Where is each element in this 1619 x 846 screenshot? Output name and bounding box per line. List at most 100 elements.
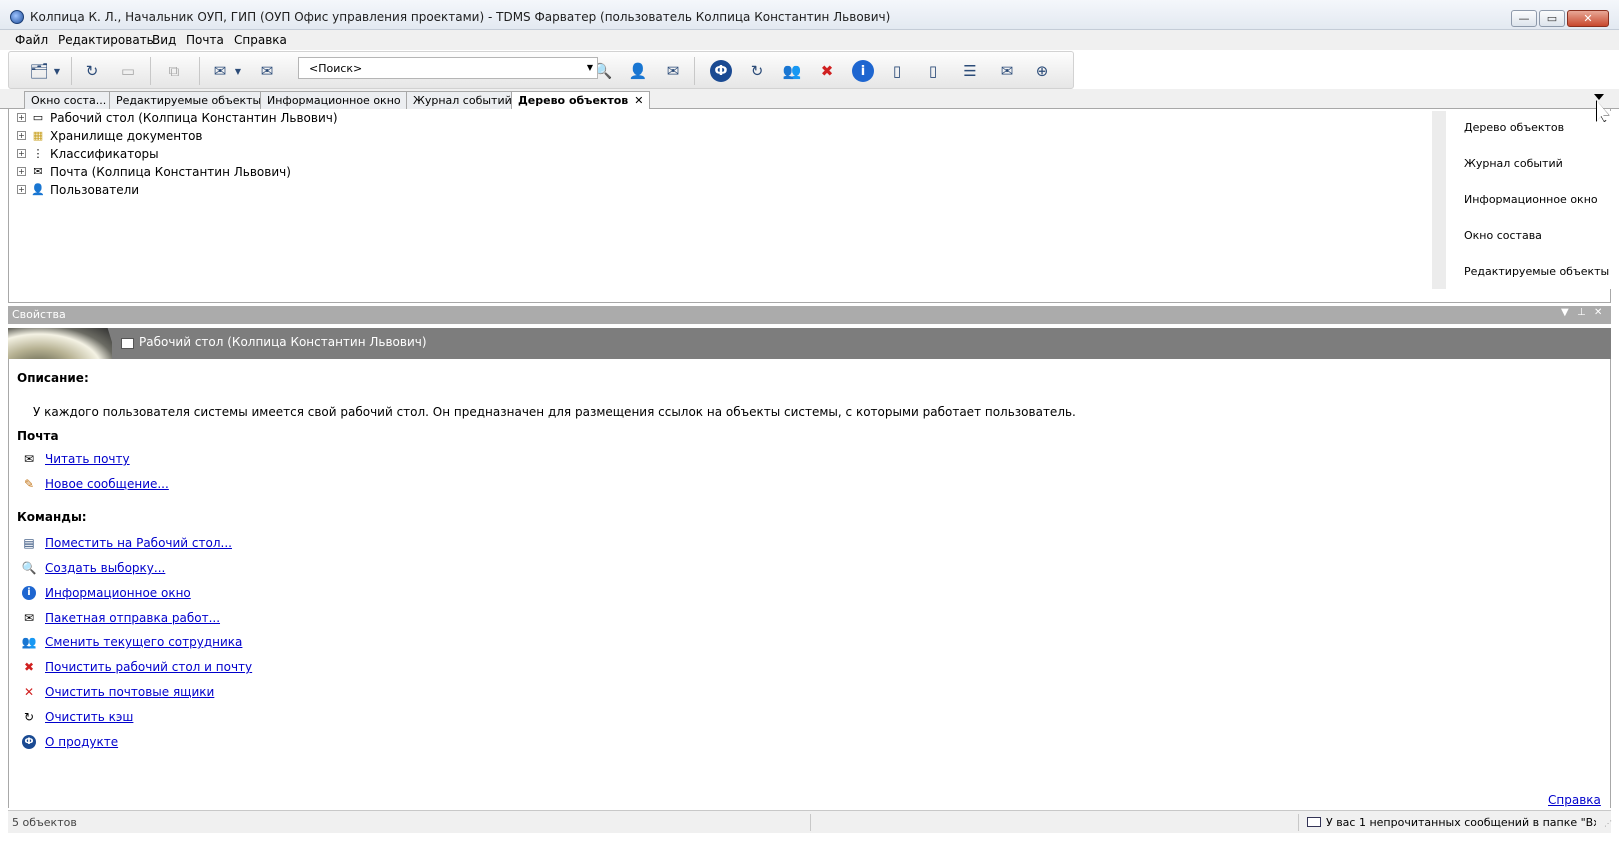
expand-icon[interactable]: + (17, 113, 26, 122)
menu-view[interactable]: Вид (152, 33, 176, 47)
put-on-desktop-icon: ▤ (23, 536, 35, 550)
batch-send-icon[interactable]: ✉ (995, 60, 1019, 82)
description-heading: Описание: (17, 371, 89, 385)
search-users-icon[interactable]: 👤 (626, 60, 650, 82)
resize-grip-icon[interactable]: ⋰ (1604, 819, 1614, 831)
tree-item-label: Классификаторы (50, 146, 159, 161)
refresh-icon[interactable]: ↻ (80, 60, 104, 82)
minimize-button[interactable]: — (1511, 10, 1537, 27)
change-user-link[interactable]: Сменить текущего сотрудника (45, 635, 242, 649)
title-bar: Колпица К. Л., Начальник ОУП, ГИП (ОУП О… (0, 0, 1619, 30)
info-window-link[interactable]: Информационное окно (45, 586, 191, 600)
web-icon[interactable]: ⊕ (1030, 60, 1054, 82)
send-icon[interactable]: ✉ (255, 60, 279, 82)
create-dropdown-icon[interactable]: ▼ (51, 60, 63, 82)
search-combobox[interactable]: <Поиск> ▼ (298, 57, 598, 79)
command-row[interactable]: ▤ Поместить на Рабочий стол... (21, 534, 232, 552)
command-row[interactable]: 👥 Сменить текущего сотрудника (21, 633, 243, 651)
tab-menu-item-edited-objects[interactable]: Редактируемые объекты (1464, 265, 1609, 278)
clear-cache-link[interactable]: Очистить кэш (45, 710, 133, 724)
tab-menu-item-object-tree[interactable]: Дерево объектов (1464, 121, 1564, 134)
command-row[interactable]: ✉ Пакетная отправка работ... (21, 609, 220, 627)
close-button[interactable]: ✕ (1567, 10, 1609, 27)
mail-heading: Почта (17, 429, 59, 443)
close-tab-icon[interactable]: ✕ (634, 94, 643, 107)
message-dropdown-icon[interactable]: ▼ (232, 60, 244, 82)
tab-edited-objects[interactable]: Редактируемые объекты (109, 91, 269, 109)
maximize-button[interactable]: ▭ (1539, 10, 1565, 27)
menu-edit[interactable]: Редактировать (58, 33, 154, 47)
about-link[interactable]: О продукте (45, 735, 118, 749)
search-dropdown-icon[interactable]: ▼ (583, 58, 597, 78)
tab-label: Дерево объектов (518, 94, 629, 107)
tab-object-tree[interactable]: Дерево объектов ✕ (511, 91, 651, 110)
tab-label: Окно соста... (31, 94, 107, 107)
tab-event-log[interactable]: Журнал событий (406, 91, 519, 109)
panel-menu-icon[interactable]: ▼ (1561, 307, 1569, 318)
command-row[interactable]: 🔍 Создать выборку... (21, 559, 166, 577)
tree-item-label: Хранилище документов (50, 128, 203, 143)
command-row[interactable]: ✕ Очистить почтовые ящики (21, 683, 214, 701)
batch-send-icon: ✉ (23, 611, 35, 625)
read-mail-icon: ✉ (23, 452, 35, 466)
tab-composition-window[interactable]: Окно соста... (24, 91, 114, 109)
clear-mailboxes-link[interactable]: Очистить почтовые ящики (45, 685, 214, 699)
new-message-link[interactable]: Новое сообщение... (45, 477, 169, 491)
expand-icon[interactable]: + (17, 167, 26, 176)
expand-icon[interactable]: + (17, 149, 26, 158)
pin-icon[interactable]: ⊥ (1577, 307, 1586, 318)
search-input[interactable]: <Поиск> (309, 62, 362, 75)
desktop-icon (121, 338, 134, 349)
mail-link-row[interactable]: ✎ Новое сообщение... (21, 475, 169, 493)
expand-icon[interactable]: + (17, 131, 26, 140)
tree-item-mail[interactable]: + ✉ Почта (Колпица Константин Львович) (17, 163, 291, 180)
command-row[interactable]: ✖ Почистить рабочий стол и почту (21, 658, 252, 676)
checkout-icon[interactable]: ▯ (885, 60, 909, 82)
menu-help[interactable]: Справка (234, 33, 287, 47)
tree-item-users[interactable]: + 👤 Пользователи (17, 181, 139, 198)
put-on-desktop-link[interactable]: Поместить на Рабочий стол... (45, 536, 232, 550)
tree-item-desktop[interactable]: + ▭ Рабочий стол (Колпица Константин Льв… (17, 109, 338, 126)
search-mail-icon[interactable]: ✉ (661, 60, 685, 82)
properties-panel-header: Свойства ▼ ⊥ ✕ (8, 306, 1611, 324)
unread-mail-icon[interactable] (1307, 817, 1321, 827)
toolbar-separator (71, 57, 72, 85)
clear-cache-icon[interactable]: ↻ (745, 60, 769, 82)
create-object-icon[interactable]: 🗂 (27, 60, 51, 82)
new-message-icon[interactable]: ✉ (208, 60, 232, 82)
expand-icon[interactable]: + (17, 185, 26, 194)
change-user-icon: 👥 (21, 635, 37, 649)
menu-bar: Файл Редактировать Вид Почта Справка (0, 30, 1619, 50)
comment-icon[interactable]: ☰ (958, 60, 982, 82)
command-row[interactable]: i Информационное окно (21, 584, 191, 602)
help-link[interactable]: Справка (1548, 793, 1601, 807)
tab-info-window[interactable]: Информационное окно (260, 91, 408, 109)
checkin-icon[interactable]: ▯ (921, 60, 945, 82)
properties-icon[interactable]: ▭ (116, 60, 140, 82)
copy-icon[interactable]: ⧉ (162, 60, 186, 82)
mail-link-row[interactable]: ✉ Читать почту (21, 450, 130, 468)
create-query-link[interactable]: Создать выборку... (45, 561, 165, 575)
change-user-icon[interactable]: 👥 (780, 60, 804, 82)
info-icon[interactable]: i (851, 60, 875, 82)
panel-close-icon[interactable]: ✕ (1594, 307, 1602, 318)
tree-item-documents[interactable]: + ▦ Хранилище документов (17, 127, 202, 144)
menu-mail[interactable]: Почта (186, 33, 224, 47)
tab-menu-item-info-window[interactable]: Информационное окно (1464, 193, 1598, 206)
clean-desktop-icon[interactable]: ✖ (815, 60, 839, 82)
tab-menu-item-event-log[interactable]: Журнал событий (1464, 157, 1563, 170)
unread-mail-message[interactable]: У вас 1 непрочитанных сообщений в папке … (1326, 816, 1596, 829)
read-mail-link[interactable]: Читать почту (45, 452, 130, 466)
tree-item-classifiers[interactable]: + ⋮ Классификаторы (17, 145, 159, 162)
status-separator (810, 814, 811, 831)
tab-menu-item-composition-window[interactable]: Окно состава (1464, 229, 1542, 242)
about-product-icon[interactable]: Ф (709, 60, 733, 82)
clean-desktop-icon: ✖ (23, 660, 35, 674)
command-row[interactable]: Ф О продукте (21, 733, 118, 751)
tab-list-dropdown-icon[interactable] (1594, 94, 1604, 100)
menu-file[interactable]: Файл (15, 33, 48, 47)
tree-item-label: Рабочий стол (Колпица Константин Львович… (50, 110, 338, 125)
clean-desktop-link[interactable]: Почистить рабочий стол и почту (45, 660, 252, 674)
command-row[interactable]: ↻ Очистить кэш (21, 708, 133, 726)
batch-send-link[interactable]: Пакетная отправка работ... (45, 611, 220, 625)
